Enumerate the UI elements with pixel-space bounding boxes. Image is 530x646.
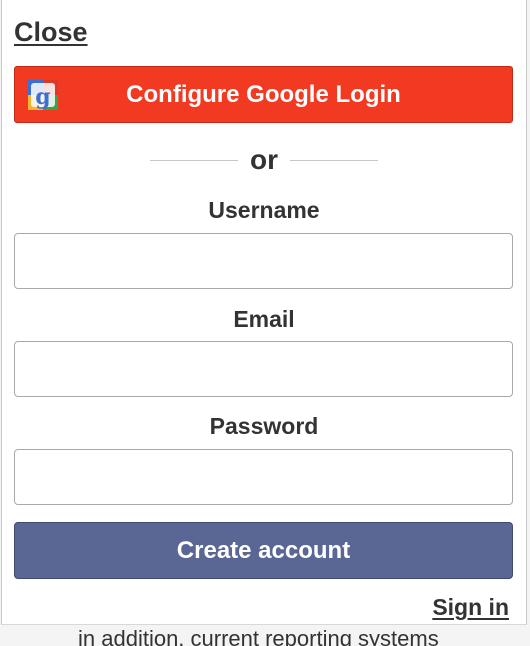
page: in addition, current reporting systems C…	[0, 0, 530, 646]
signup-modal: Close g Configure Google Login or Userna…	[1, 0, 527, 625]
background-text: in addition, current reporting systems	[78, 626, 439, 646]
google-g-icon: g	[28, 80, 58, 110]
email-input[interactable]	[14, 341, 513, 397]
password-label: Password	[209, 413, 319, 439]
or-divider: or	[150, 140, 378, 180]
svg-text:g: g	[35, 84, 50, 110]
google-login-label: Configure Google Login	[126, 80, 401, 108]
sign-in-link[interactable]: Sign in	[432, 594, 509, 621]
password-input[interactable]	[14, 449, 513, 505]
divider-text: or	[250, 144, 278, 175]
username-input[interactable]	[14, 233, 513, 289]
create-account-button[interactable]: Create account	[14, 522, 513, 579]
username-label: Username	[208, 197, 320, 223]
email-label: Email	[233, 306, 295, 332]
google-login-button[interactable]: g Configure Google Login	[14, 66, 513, 123]
divider-line-right	[290, 159, 378, 161]
divider-line-left	[150, 159, 238, 161]
close-link[interactable]: Close	[14, 17, 88, 48]
